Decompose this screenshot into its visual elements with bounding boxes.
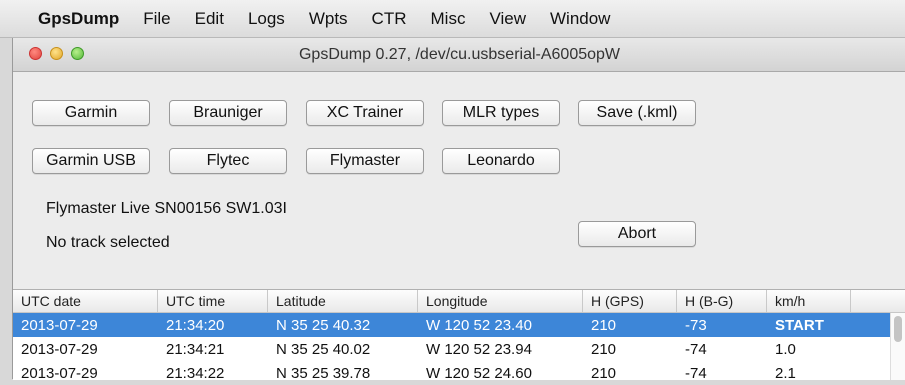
device-info-label: Flymaster Live SN00156 SW1.03I <box>46 200 287 217</box>
cell-h-bg: -73 <box>685 316 707 334</box>
cell-kmh: 1.0 <box>775 340 796 358</box>
abort-button[interactable]: Abort <box>578 221 696 247</box>
cell-longitude: W 120 52 23.94 <box>426 340 532 358</box>
menu-edit[interactable]: Edit <box>195 9 224 29</box>
cell-utc-date: 2013-07-29 <box>21 340 98 358</box>
window-title: GpsDump 0.27, /dev/cu.usbserial-A6005opW <box>298 45 621 63</box>
flytec-button[interactable]: Flytec <box>169 148 287 174</box>
mlr-types-button[interactable]: MLR types <box>442 100 560 126</box>
table-scrollbar[interactable] <box>890 313 905 380</box>
window-titlebar[interactable]: GpsDump 0.27, /dev/cu.usbserial-A6005opW <box>13 38 905 72</box>
menu-window[interactable]: Window <box>550 9 610 29</box>
cell-utc-time: 21:34:21 <box>166 340 225 358</box>
menu-misc[interactable]: Misc <box>431 9 466 29</box>
menu-bar: GpsDump File Edit Logs Wpts CTR Misc Vie… <box>0 0 905 38</box>
table-row[interactable]: 2013-07-29 21:34:20 N 35 25 40.32 W 120 … <box>13 313 905 337</box>
cell-h-gps: 210 <box>591 340 617 358</box>
column-header-kmh[interactable]: km/h <box>767 290 851 312</box>
cell-latitude: N 35 25 40.32 <box>276 316 371 334</box>
column-header-h-gps[interactable]: H (GPS) <box>583 290 677 312</box>
brauniger-button[interactable]: Brauniger <box>169 100 287 126</box>
leonardo-button[interactable]: Leonardo <box>442 148 560 174</box>
cell-h-gps: 210 <box>591 316 617 334</box>
column-header-latitude[interactable]: Latitude <box>268 290 418 312</box>
minimize-window-icon[interactable] <box>50 47 63 60</box>
menu-file[interactable]: File <box>143 9 170 29</box>
table-row[interactable]: 2013-07-29 21:34:22 N 35 25 39.78 W 120 … <box>13 361 905 385</box>
menu-ctr[interactable]: CTR <box>372 9 407 29</box>
flymaster-button[interactable]: Flymaster <box>306 148 424 174</box>
column-header-utc-date[interactable]: UTC date <box>13 290 158 312</box>
menu-logs[interactable]: Logs <box>248 9 285 29</box>
zoom-window-icon[interactable] <box>71 47 84 60</box>
column-header-utc-time[interactable]: UTC time <box>158 290 268 312</box>
save-kml-button[interactable]: Save (.kml) <box>578 100 696 126</box>
close-window-icon[interactable] <box>29 47 42 60</box>
gpsdump-window: GpsDump 0.27, /dev/cu.usbserial-A6005opW… <box>12 38 905 382</box>
column-header-longitude[interactable]: Longitude <box>418 290 583 312</box>
menu-app-name[interactable]: GpsDump <box>38 9 119 29</box>
track-table: UTC date UTC time Latitude Longitude H (… <box>13 289 905 382</box>
column-header-h-bg[interactable]: H (B-G) <box>677 290 767 312</box>
garmin-button[interactable]: Garmin <box>32 100 150 126</box>
scrollbar-thumb[interactable] <box>894 316 902 342</box>
track-status-label: No track selected <box>46 234 170 251</box>
window-controls <box>29 47 84 60</box>
garmin-usb-button[interactable]: Garmin USB <box>32 148 150 174</box>
cell-h-bg: -74 <box>685 340 707 358</box>
xc-trainer-button[interactable]: XC Trainer <box>306 100 424 126</box>
table-row[interactable]: 2013-07-29 21:34:21 N 35 25 40.02 W 120 … <box>13 337 905 361</box>
menu-view[interactable]: View <box>489 9 526 29</box>
cell-latitude: N 35 25 40.02 <box>276 340 371 358</box>
cell-kmh: START <box>775 316 824 334</box>
cell-longitude: W 120 52 23.40 <box>426 316 532 334</box>
cell-utc-date: 2013-07-29 <box>21 316 98 334</box>
table-header: UTC date UTC time Latitude Longitude H (… <box>13 290 905 313</box>
menu-wpts[interactable]: Wpts <box>309 9 348 29</box>
cell-utc-time: 21:34:20 <box>166 316 225 334</box>
